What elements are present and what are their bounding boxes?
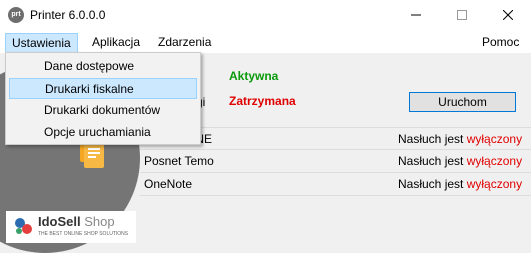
title-bar: prt Printer 6.0.0.0 [0,0,531,31]
idosell-logo: IdoSell Shop THE BEST ONLINE SHOP SOLUTI… [6,211,136,243]
menu-item-drukarki-fiskalne[interactable]: Drukarki fiskalne [9,78,197,99]
listen-status: Nasłuch jest wyłączony [398,132,523,146]
menu-zdarzenia[interactable]: Zdarzenia [152,33,217,53]
status-active: Aktywna [229,69,279,83]
logo-mark-icon [15,218,32,234]
logo-tagline: THE BEST ONLINE SHOP SOLUTIONS [38,231,129,237]
menu-item-opcje-uruchamiania[interactable]: Opcje uruchamiania [9,122,197,143]
app-icon: prt [8,7,24,23]
printer-name: OneNote [144,177,193,191]
status-stopped: Zatrzymana [229,94,296,108]
menu-item-dane-dostepowe[interactable]: Dane dostępowe [9,56,197,77]
window-title: Printer 6.0.0.0 [30,8,106,22]
minimize-icon [411,14,421,16]
menu-ustawienia[interactable]: Ustawienia [5,33,78,53]
run-button[interactable]: Uruchom [409,92,516,112]
printer-name: Posnet Temo [144,154,214,168]
maximize-button[interactable] [439,0,485,31]
maximize-icon [457,10,467,20]
listen-status: Nasłuch jest wyłączony [398,177,523,191]
close-button[interactable] [485,0,531,31]
minimize-button[interactable] [393,0,439,31]
table-row[interactable]: Posnet Temo Nasłuch jest wyłączony [140,150,531,173]
menu-aplikacja[interactable]: Aplikacja [86,33,146,53]
listen-status: Nasłuch jest wyłączony [398,154,523,168]
table-row[interactable]: OneNote Nasłuch jest wyłączony [140,173,531,196]
menu-bar: Ustawienia Aplikacja Zdarzenia Pomoc [0,31,531,53]
settings-dropdown-menu: Dane dostępowe Drukarki fiskalne Drukark… [5,52,201,145]
logo-text: IdoSell Shop [38,214,115,229]
menu-pomoc[interactable]: Pomoc [476,33,525,53]
menu-item-drukarki-dokumentow[interactable]: Drukarki dokumentów [9,100,197,121]
close-icon [503,10,513,20]
